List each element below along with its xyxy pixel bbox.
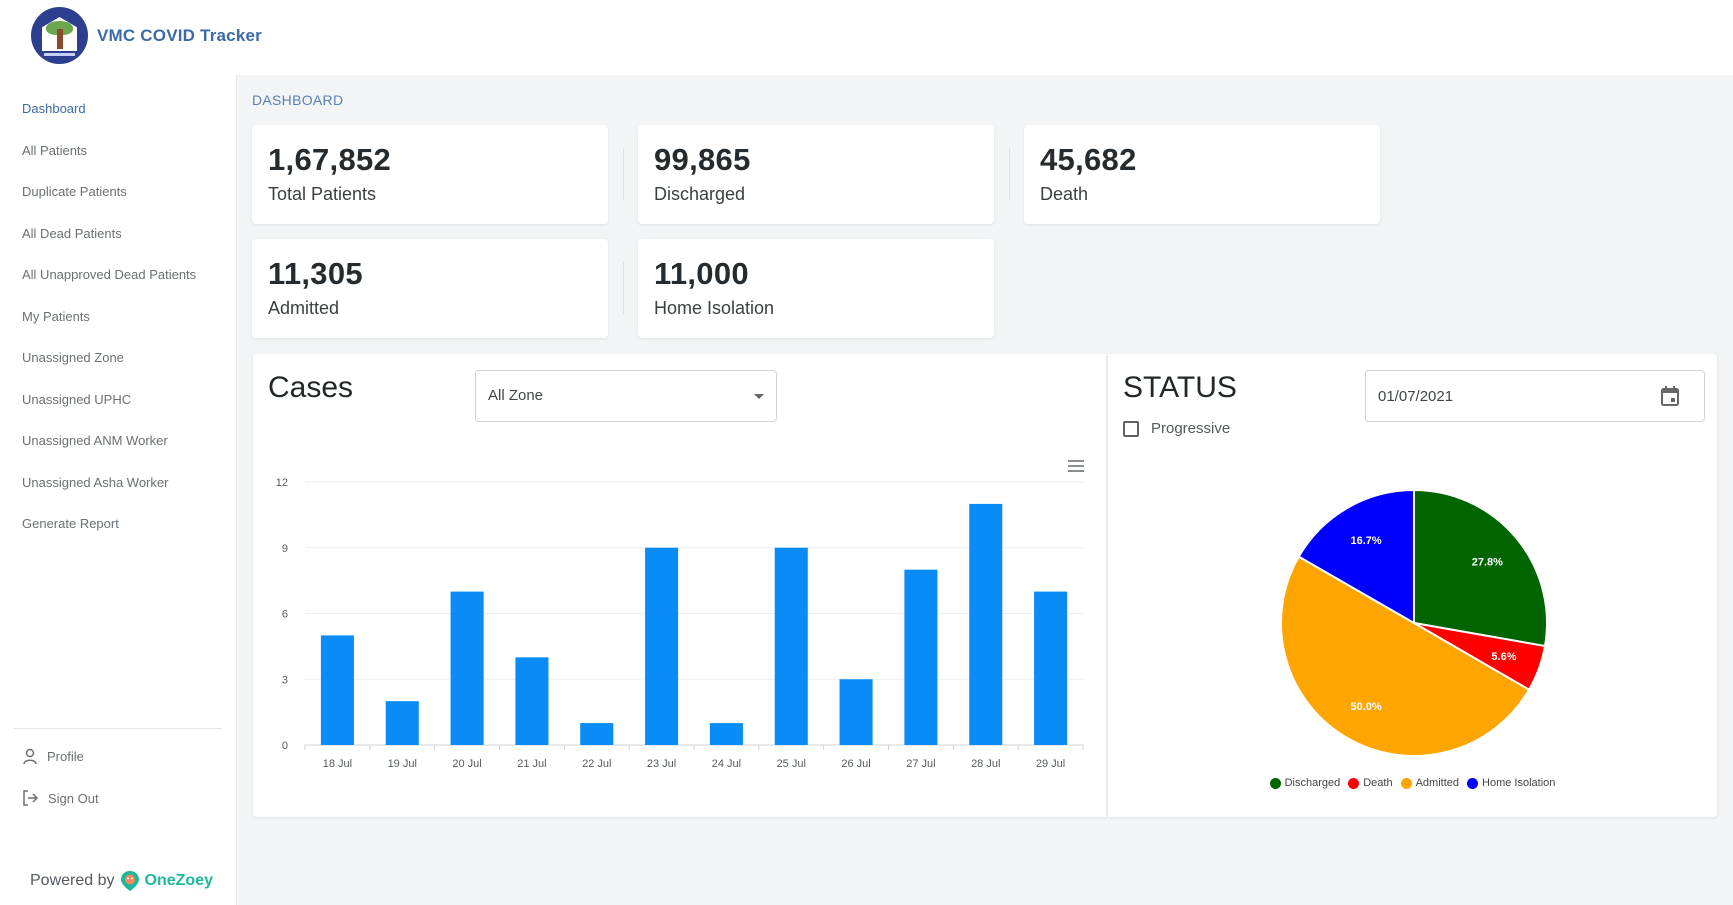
pie-slice-label: 5.6% [1491, 651, 1516, 663]
stat-value: 1,67,852 [268, 142, 392, 177]
x-tick-label: 22 Jul [582, 758, 611, 770]
cases-bar-chart: 0 3 6 9 12 18 Jul 19 Jul 20 Jul 21 Jul 22 Jul 23 J… [276, 477, 1084, 770]
stat-value: 45,682 [1040, 142, 1137, 177]
stat-value: 11,000 [654, 256, 749, 291]
x-tick-label: 27 Jul [906, 758, 935, 770]
vmc-logo[interactable] [31, 7, 88, 64]
stat-card-death[interactable]: 45,682 Death [1024, 125, 1380, 224]
bar[interactable] [839, 679, 873, 745]
stat-card-total-patients[interactable]: 1,67,852 Total Patients [252, 125, 608, 224]
card-divider [623, 148, 624, 200]
y-tick-label: 0 [282, 740, 288, 752]
sidebar-item-unapproved-dead-patients[interactable]: All Unapproved Dead Patients [22, 267, 196, 282]
bar[interactable] [580, 723, 614, 745]
cases-panel: Cases All Zone 0 3 6 9 12 18 Jul 19 Jul 20 Jul 2… [253, 354, 1106, 817]
bar[interactable] [904, 569, 938, 745]
status-pie-chart: 27.8% 5.6% 50.0% 16.7% [1280, 488, 1548, 757]
sign-out-link[interactable]: Sign Out [22, 790, 99, 806]
top-bar: VMC COVID Tracker [0, 0, 1733, 75]
logo-base [44, 53, 75, 56]
pie-legend: Discharged Death Admitted Home Isolation [1108, 777, 1717, 789]
profile-label: Profile [47, 749, 84, 764]
stat-label: Total Patients [268, 184, 377, 204]
sidebar-item-generate-report[interactable]: Generate Report [22, 516, 119, 531]
powered-by-brand[interactable]: OneZoey [145, 872, 213, 890]
sidebar-item-duplicate-patients[interactable]: Duplicate Patients [22, 184, 127, 199]
pie-slice-label: 50.0% [1350, 701, 1381, 713]
legend-label: Death [1363, 777, 1393, 789]
x-tick-label: 19 Jul [388, 758, 417, 770]
sidebar: Dashboard All Patients Duplicate Patient… [0, 75, 237, 905]
profile-link[interactable]: Profile [22, 748, 84, 765]
bar[interactable] [774, 547, 808, 745]
legend-label: Admitted [1415, 777, 1460, 789]
stat-label: Home Isolation [654, 298, 775, 318]
legend-label: Home Isolation [1482, 777, 1556, 789]
sidebar-item-unassigned-anm-worker[interactable]: Unassigned ANM Worker [22, 433, 168, 448]
x-tick-label: 18 Jul [323, 758, 352, 770]
legend-dot-icon [1467, 777, 1479, 789]
x-tick-label: 26 Jul [841, 758, 870, 770]
x-tick-label: 25 Jul [777, 758, 806, 770]
app-title[interactable]: VMC COVID Tracker [97, 26, 262, 46]
legend-dot-icon [1269, 777, 1281, 789]
x-tick-label: 20 Jul [452, 758, 481, 770]
stat-card-admitted[interactable]: 11,305 Admitted [252, 239, 608, 338]
y-tick-label: 3 [282, 674, 288, 686]
stat-label: Admitted [268, 298, 340, 318]
stat-value: 11,305 [268, 256, 363, 291]
bar[interactable] [515, 657, 549, 745]
pie-slice-label: 27.8% [1472, 556, 1503, 568]
breadcrumb: DASHBOARD [252, 92, 344, 108]
x-tick-label: 21 Jul [517, 758, 546, 770]
stat-value: 99,865 [654, 142, 751, 177]
sidebar-item-dashboard[interactable]: Dashboard [22, 101, 86, 116]
legend-item[interactable]: Death [1348, 777, 1393, 789]
stat-label: Death [1040, 184, 1089, 204]
bar[interactable] [320, 635, 354, 745]
sidebar-item-unassigned-zone[interactable]: Unassigned Zone [22, 350, 124, 365]
legend-label: Discharged [1284, 777, 1341, 789]
pie-slice-label: 16.7% [1350, 535, 1381, 547]
sign-out-icon [23, 790, 39, 806]
legend-item[interactable]: Discharged [1269, 777, 1341, 789]
bar[interactable] [969, 503, 1003, 745]
y-tick-label: 12 [276, 477, 288, 489]
sidebar-item-all-dead-patients[interactable]: All Dead Patients [22, 226, 122, 241]
legend-item[interactable]: Admitted [1400, 777, 1460, 789]
sidebar-divider [14, 728, 222, 729]
logo-tree-trunk [57, 29, 63, 49]
x-tick-label: 24 Jul [712, 758, 741, 770]
card-divider [623, 262, 624, 314]
sidebar-item-my-patients[interactable]: My Patients [22, 309, 90, 324]
user-icon [23, 748, 37, 765]
stat-card-discharged[interactable]: 99,865 Discharged [638, 125, 994, 224]
x-tick-label: 28 Jul [971, 758, 1000, 770]
sidebar-item-unassigned-asha-worker[interactable]: Unassigned Asha Worker [22, 475, 168, 490]
bar[interactable] [450, 591, 484, 745]
bar[interactable] [1034, 591, 1068, 745]
bar[interactable] [709, 723, 743, 745]
powered-by: Powered by OneZoey [30, 870, 213, 892]
x-tick-label: 29 Jul [1036, 758, 1065, 770]
legend-dot-icon [1348, 777, 1360, 789]
status-panel: STATUS Progressive 01/07/2021 27.8% 5.6% 5… [1108, 354, 1717, 817]
powered-by-prefix: Powered by [30, 872, 115, 889]
bar[interactable] [645, 547, 679, 745]
y-tick-label: 6 [282, 609, 288, 621]
x-tick-label: 23 Jul [647, 758, 676, 770]
onezoey-logo-icon [120, 871, 139, 891]
sidebar-item-unassigned-uphc[interactable]: Unassigned UPHC [22, 392, 131, 407]
stat-label: Discharged [654, 184, 746, 204]
bar[interactable] [385, 701, 419, 745]
sidebar-item-all-patients[interactable]: All Patients [22, 143, 87, 158]
y-tick-label: 9 [282, 543, 288, 555]
card-divider [1009, 148, 1010, 200]
legend-dot-icon [1400, 777, 1412, 789]
stat-card-home-isolation[interactable]: 11,000 Home Isolation [638, 239, 994, 338]
legend-item[interactable]: Home Isolation [1467, 777, 1555, 789]
sign-out-label: Sign Out [48, 790, 99, 806]
